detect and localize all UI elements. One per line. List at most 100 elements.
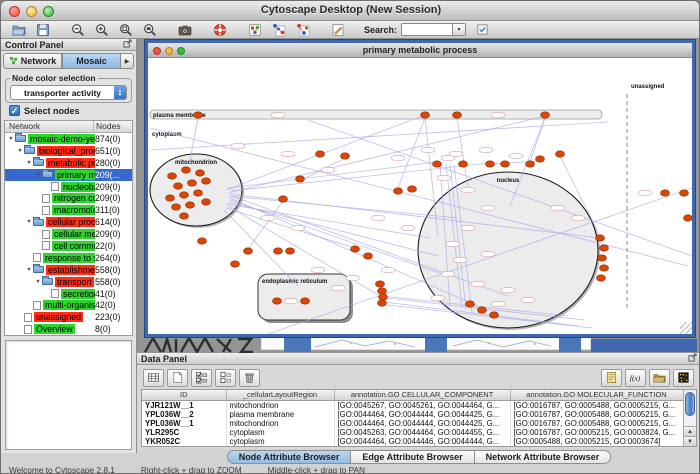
network-node[interactable]	[244, 248, 253, 254]
network-tree-header[interactable]: Network Nodes	[5, 121, 132, 133]
select-nodes-checkbox[interactable]: ✓ Select nodes	[9, 105, 80, 116]
network-node[interactable]	[501, 161, 510, 167]
birdseye-view[interactable]	[5, 340, 132, 450]
network-node[interactable]	[231, 261, 240, 267]
column-header[interactable]: ID	[142, 390, 226, 400]
expand-arrow-icon[interactable]: ▼	[25, 267, 33, 273]
column-header[interactable]: annotation.GO CELLULAR_COMPONENT	[334, 390, 510, 400]
save-session-icon[interactable]	[31, 22, 55, 38]
network-node[interactable]	[541, 112, 550, 118]
tree-row[interactable]: nucleobase-209(0)	[5, 181, 132, 193]
attribute-table-header-row[interactable]: ID_cellularLayoutRegionannotation.GO CEL…	[142, 390, 683, 400]
tree-row[interactable]: cellular metabo209(0)	[5, 228, 132, 240]
vizmapper-icon[interactable]	[243, 22, 267, 38]
resize-grip[interactable]	[680, 322, 692, 334]
network-merge-icon[interactable]	[267, 22, 291, 38]
network-node[interactable]	[684, 215, 693, 221]
network-node[interactable]	[273, 298, 282, 304]
network-node[interactable]	[186, 202, 195, 208]
tree-row[interactable]: ▼primary metabo209(...	[5, 169, 132, 181]
network-node[interactable]	[296, 176, 305, 182]
network-node[interactable]	[279, 196, 288, 202]
delete-attribute-icon[interactable]	[239, 369, 260, 387]
network-node[interactable]	[453, 112, 462, 118]
tree-row[interactable]: response to stimulu264(0)	[5, 252, 132, 264]
open-file-icon[interactable]	[7, 22, 31, 38]
network-edge[interactable]	[226, 208, 355, 248]
network-node[interactable]	[378, 288, 387, 294]
table-scrollbar[interactable]: ▲ ▼	[683, 390, 696, 446]
annotation-icon[interactable]	[326, 22, 350, 38]
network-edge[interactable]	[226, 204, 430, 238]
network-node[interactable]	[421, 112, 430, 118]
zoom-fit-icon[interactable]	[138, 22, 162, 38]
zoom-selected-icon[interactable]	[114, 22, 138, 38]
network-node[interactable]	[486, 161, 495, 167]
network-node[interactable]	[194, 190, 203, 196]
expand-arrow-icon[interactable]: ▼	[25, 219, 33, 225]
network-node[interactable]	[286, 248, 295, 254]
network-node[interactable]	[600, 245, 609, 251]
tab-overflow-button[interactable]: ▶	[121, 53, 134, 69]
network-node[interactable]	[180, 213, 189, 219]
table-row[interactable]: YDR039C__1mitochondrion[GO:0044464, GO:0…	[142, 446, 683, 448]
network-node[interactable]	[598, 255, 607, 261]
tree-row[interactable]: cell communicat22(0)	[5, 240, 132, 252]
network-node[interactable]	[180, 192, 189, 198]
network-node[interactable]	[316, 151, 325, 157]
select-attributes-icon[interactable]	[191, 369, 212, 387]
network-node[interactable]	[680, 190, 689, 196]
tab-mosaic[interactable]: Mosaic	[62, 53, 121, 69]
expand-arrow-icon[interactable]: ▼	[34, 172, 42, 178]
scrollbar-thumb[interactable]	[685, 392, 695, 416]
help-lifering-icon[interactable]	[208, 22, 232, 38]
network-node[interactable]	[490, 312, 499, 318]
node-color-select[interactable]: transporter activity ▲▼	[10, 85, 127, 100]
network-node[interactable]	[364, 253, 373, 259]
tree-row[interactable]: ▼transport558(0)	[5, 276, 132, 288]
expand-arrow-icon[interactable]: ▼	[34, 279, 42, 285]
tab-node-attribute-browser[interactable]: Node Attribute Browser	[227, 450, 352, 464]
network-node[interactable]	[172, 204, 181, 210]
snapshot-camera-icon[interactable]	[173, 22, 197, 38]
network-node[interactable]	[196, 170, 205, 176]
network-node[interactable]	[182, 167, 191, 173]
network-node[interactable]	[379, 294, 388, 300]
tree-row[interactable]: secretion41(0)	[5, 288, 132, 300]
network-node[interactable]	[174, 183, 183, 189]
network-node[interactable]	[478, 307, 487, 313]
scroll-up-icon[interactable]: ▲	[684, 426, 696, 436]
net-close-button[interactable]	[153, 47, 161, 55]
net-minimize-button[interactable]	[165, 47, 173, 55]
network-node[interactable]	[202, 199, 211, 205]
table-row[interactable]: YKR052Ccytoplasm[GO:0044464, GO:0044446,…	[142, 437, 683, 446]
expand-arrow-icon[interactable]: ▼	[7, 136, 15, 142]
network-node[interactable]	[408, 186, 417, 192]
network-edge[interactable]	[224, 210, 298, 286]
import-attributes-icon[interactable]	[649, 369, 670, 387]
table-row[interactable]: YJR121W__1mitochondrion[GO:0045267, GO:0…	[142, 400, 683, 410]
tree-row[interactable]: unassigned223(0)	[5, 311, 132, 323]
attribute-table-icon[interactable]	[143, 369, 164, 387]
zoom-out-icon[interactable]	[66, 22, 90, 38]
formula-icon[interactable]: f(x)	[625, 369, 646, 387]
region-plasma-membrane[interactable]	[150, 110, 602, 119]
unselect-attributes-icon[interactable]	[215, 369, 236, 387]
scroll-down-icon[interactable]: ▼	[684, 436, 696, 446]
tab-network[interactable]: Network	[3, 53, 62, 69]
tree-row[interactable]: ▼metabolic process280(0)	[5, 157, 132, 169]
search-dropdown-arrow[interactable]: ▾	[453, 23, 466, 36]
network-canvas[interactable]: plasma membranecytoplasmnucleusmitochond…	[148, 58, 692, 334]
tree-row[interactable]: nitrogen compo209(0)	[5, 192, 132, 204]
network-link-icon[interactable]	[291, 22, 315, 38]
network-node[interactable]	[376, 281, 385, 287]
table-row[interactable]: YPL036W__1mitochondrion[GO:0044464, GO:0…	[142, 419, 683, 428]
background-windows[interactable]	[137, 335, 700, 353]
network-node[interactable]	[274, 248, 283, 254]
matrix-icon[interactable]	[673, 369, 694, 387]
column-header[interactable]: annotation.GO MOLECULAR_FUNCTION	[510, 390, 683, 400]
float-panel-icon[interactable]	[123, 39, 132, 50]
network-node[interactable]	[168, 173, 177, 179]
network-node[interactable]	[433, 161, 442, 167]
column-header[interactable]: _cellularLayoutRegion	[226, 390, 334, 400]
